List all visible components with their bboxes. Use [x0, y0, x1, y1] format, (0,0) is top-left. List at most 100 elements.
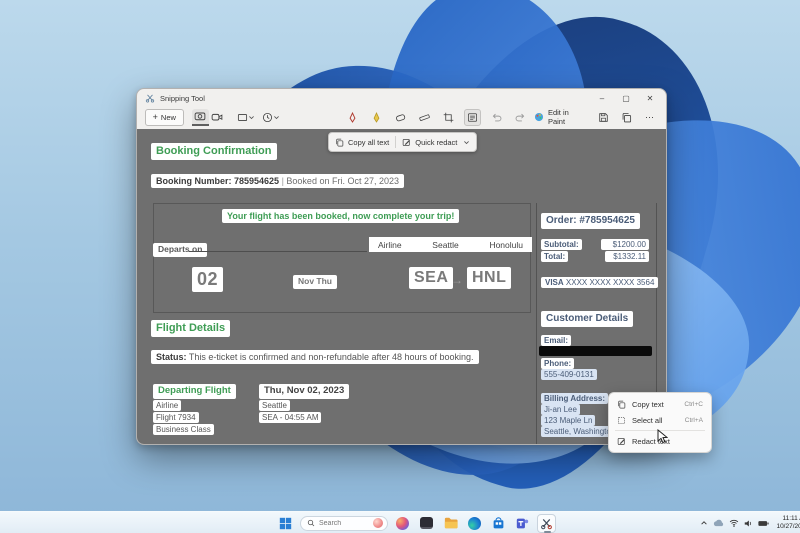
- email-label: Email:: [541, 335, 571, 346]
- departing-flight-title: Departing Flight: [153, 384, 236, 399]
- more-options-button[interactable]: ⋯: [641, 109, 658, 126]
- clock-icon: [262, 112, 273, 123]
- text-actions-pill: Copy all text Quick redact: [328, 132, 477, 152]
- redo-button[interactable]: [512, 109, 529, 126]
- departing-airline: Airline: [153, 400, 181, 411]
- menu-item-select-all[interactable]: Select all Ctrl+A: [609, 412, 711, 428]
- edit-in-paint-label: Edit in Paint: [548, 108, 584, 126]
- eraser-icon: [395, 112, 406, 123]
- undo-icon: [491, 112, 502, 123]
- text-actions-icon: [467, 112, 478, 123]
- quick-redact-button[interactable]: Quick redact: [402, 133, 457, 151]
- billing-name: Ji-an Lee: [541, 404, 580, 415]
- new-snip-button[interactable]: + New: [145, 109, 184, 126]
- order-number: Order: #785954625: [541, 213, 640, 229]
- menu-item-copy-text[interactable]: Copy text Ctrl+C: [609, 396, 711, 412]
- titlebar[interactable]: Snipping Tool – ▢ ✕: [137, 89, 666, 105]
- notebook-icon: [420, 517, 433, 529]
- status-label: Status:: [156, 352, 187, 362]
- taskbar-icon-teams[interactable]: [513, 514, 532, 533]
- toolbar: + New: [137, 105, 666, 129]
- tray-chevron-up-icon[interactable]: [700, 519, 708, 527]
- start-button[interactable]: [276, 514, 295, 533]
- departing-flight-no: Flight 7934: [153, 412, 199, 423]
- copy-all-label: Copy all text: [348, 138, 389, 147]
- column-headers: Airline Seattle Honolulu: [369, 237, 532, 252]
- camera-icon: [194, 110, 206, 122]
- redo-icon: [515, 112, 526, 123]
- menu-label: Copy text: [632, 400, 664, 409]
- crop-button[interactable]: [440, 109, 457, 126]
- paint-palette-icon: [534, 112, 544, 122]
- snipping-tool-app-icon: [145, 93, 155, 103]
- chevron-down-icon[interactable]: [463, 139, 470, 146]
- redact-icon: [617, 437, 626, 446]
- screenshot-mode-button[interactable]: [192, 109, 209, 126]
- snip-shape-dropdown[interactable]: [237, 109, 254, 126]
- billing-city: Seattle, Washington: [541, 426, 618, 437]
- onedrive-cloud-icon[interactable]: [713, 519, 724, 527]
- taskbar-icon-store[interactable]: [489, 514, 508, 533]
- record-mode-button[interactable]: [209, 109, 226, 126]
- origin-code: SEA: [409, 267, 453, 289]
- weather-icon: [373, 518, 383, 528]
- status-line: Status: This e-ticket is confirmed and n…: [151, 350, 479, 364]
- taskbar-icon-edge[interactable]: [465, 514, 484, 533]
- new-label: New: [161, 113, 176, 122]
- ruler-icon: [419, 112, 430, 123]
- taskbar-icon-snipping-tool[interactable]: [537, 514, 556, 533]
- copy-all-text-button[interactable]: Copy all text: [335, 133, 389, 151]
- departing-date: Thu, Nov 02, 2023: [259, 384, 349, 399]
- menu-shortcut: Ctrl+C: [684, 401, 703, 408]
- card-brand: VISA: [545, 278, 564, 287]
- save-button[interactable]: [595, 109, 612, 126]
- edit-in-paint-button[interactable]: Edit in Paint: [529, 109, 589, 126]
- taskbar-icon-file-explorer[interactable]: [441, 514, 460, 533]
- undo-button[interactable]: [488, 109, 505, 126]
- col-airline: Airline: [378, 240, 402, 250]
- booking-number: Booking Number: 785954625: [156, 176, 279, 186]
- flight-details-title: Flight Details: [151, 320, 230, 337]
- eraser-button[interactable]: [392, 109, 409, 126]
- crop-icon: [443, 112, 454, 123]
- snipping-tool-icon: [540, 517, 553, 530]
- select-all-icon: [617, 416, 626, 425]
- status-text: This e-ticket is confirmed and non-refun…: [187, 352, 474, 362]
- minimize-button[interactable]: –: [590, 92, 614, 105]
- clock-time: 11:11 AM: [759, 515, 800, 523]
- taskbar-search[interactable]: [300, 516, 388, 531]
- chevron-down-icon: [273, 114, 280, 121]
- taskbar-icon-copilot[interactable]: [393, 514, 412, 533]
- ruler-button[interactable]: [416, 109, 433, 126]
- wifi-icon[interactable]: [729, 519, 739, 527]
- close-button[interactable]: ✕: [638, 92, 662, 105]
- delay-dropdown[interactable]: [262, 109, 279, 126]
- highlighter-button[interactable]: [368, 109, 385, 126]
- folder-icon: [444, 517, 458, 529]
- taskbar-clock[interactable]: 11:11 AM 10/27/2023: [759, 515, 800, 531]
- customer-details-title: Customer Details: [541, 311, 633, 327]
- taskbar-icon-notebook[interactable]: [417, 514, 436, 533]
- flight-summary-box: Your flight has been booked, now complet…: [153, 203, 531, 313]
- copy-icon: [621, 112, 632, 123]
- taskbar: 11:11 AM 10/27/2023: [0, 511, 800, 533]
- text-actions-button[interactable]: [464, 109, 481, 126]
- search-input[interactable]: [319, 520, 369, 527]
- booking-confirmation-title: Booking Confirmation: [151, 143, 277, 160]
- volume-icon[interactable]: [744, 519, 753, 528]
- schedule-line: [189, 251, 367, 252]
- maximize-button[interactable]: ▢: [614, 92, 638, 105]
- captured-screenshot[interactable]: Copy all text Quick redact Booking Confi…: [137, 129, 666, 444]
- chevron-down-icon: [248, 114, 255, 121]
- ballpoint-pen-button[interactable]: [344, 109, 361, 126]
- day-number: 02: [192, 267, 223, 292]
- copy-button[interactable]: [618, 109, 635, 126]
- booking-number-line: Booking Number: 785954625 | Booked on Fr…: [151, 174, 404, 188]
- departing-time: SEA - 04:55 AM: [259, 412, 321, 423]
- booked-on: Booked on Fri. Oct 27, 2023: [286, 176, 399, 186]
- save-icon: [598, 112, 609, 123]
- departing-cabin: Business Class: [153, 424, 214, 435]
- arrow-icon: →: [451, 273, 463, 287]
- subtotal-value: $1200.00: [601, 239, 649, 250]
- edge-icon: [468, 517, 481, 530]
